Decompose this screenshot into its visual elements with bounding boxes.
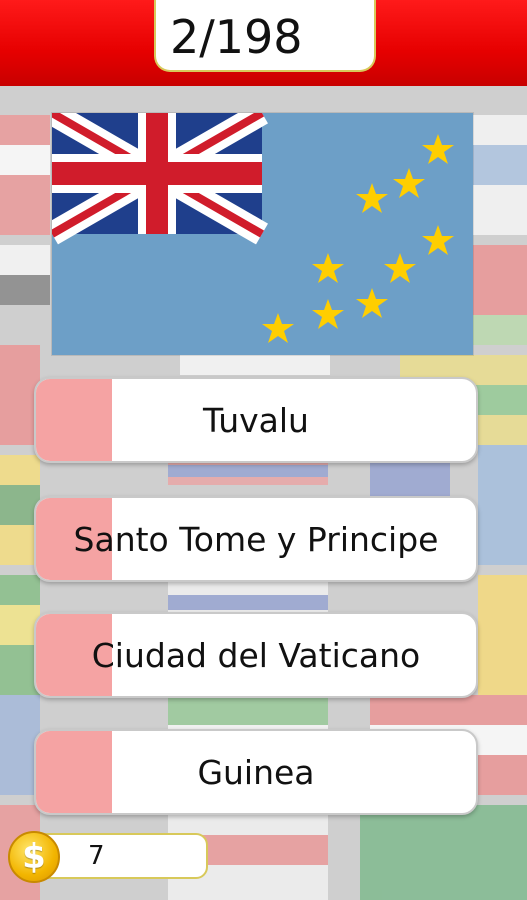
answer-option-2[interactable]: Santo Tome y Principe: [34, 496, 478, 582]
answer-option-1[interactable]: Tuvalu: [34, 377, 478, 463]
tuvalu-flag-icon: [46, 102, 473, 355]
question-flag: [46, 102, 473, 355]
answer-option-3[interactable]: Ciudad del Vaticano: [34, 612, 478, 698]
coin-counter: 7 $: [8, 831, 208, 883]
answer-option-3-label: Ciudad del Vaticano: [91, 635, 421, 675]
coin-count: 7: [34, 833, 208, 879]
answer-option-1-label: Tuvalu: [203, 400, 309, 440]
dollar-coin-icon: $: [8, 831, 60, 883]
answer-option-2-label: Santo Tome y Principe: [73, 519, 439, 559]
question-progress: 2/198: [154, 0, 376, 72]
answer-option-4[interactable]: Guinea: [34, 729, 478, 815]
answer-option-4-label: Guinea: [197, 752, 315, 792]
